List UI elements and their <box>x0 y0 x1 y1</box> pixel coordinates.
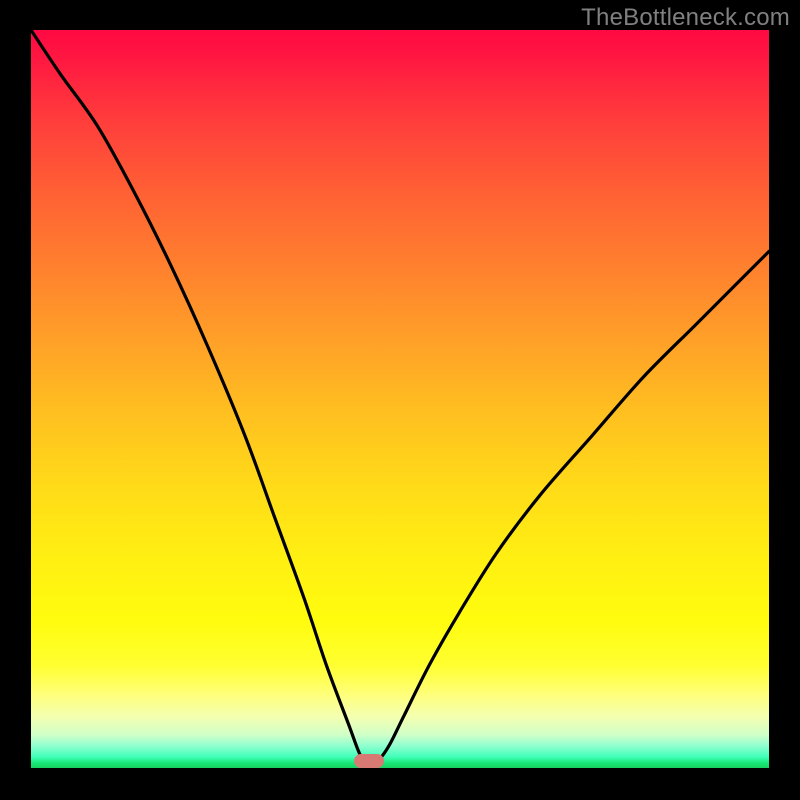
optimal-point-marker <box>354 754 384 768</box>
curve-path <box>31 30 769 765</box>
plot-area <box>31 30 769 768</box>
bottleneck-curve <box>31 30 769 768</box>
chart-frame: TheBottleneck.com <box>0 0 800 800</box>
watermark-text: TheBottleneck.com <box>581 4 790 32</box>
